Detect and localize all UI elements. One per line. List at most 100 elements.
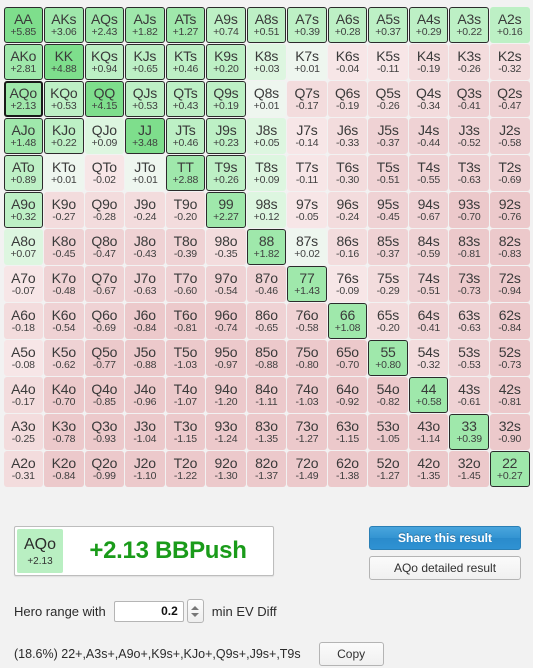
hand-cell-T7o[interactable]: T7o -0.60 [165,266,206,302]
hand-cell-A8s[interactable]: A8s +0.51 [246,7,287,43]
hand-cell-94s[interactable]: 94s -0.67 [408,192,449,228]
hand-cell-T6o[interactable]: T6o -0.81 [165,303,206,339]
hand-cell-52o[interactable]: 52o -1.27 [368,451,408,487]
hand-cell-66[interactable]: 66 +1.08 [327,303,368,339]
hand-cell-64s[interactable]: 64s -0.41 [408,303,449,339]
hand-cell-A4s[interactable]: A4s +0.29 [408,7,449,43]
hand-cell-T8s[interactable]: T8s +0.09 [246,155,287,191]
hand-cell-42o[interactable]: 42o -1.35 [408,451,449,487]
hand-cell-83s[interactable]: 83s -0.81 [449,229,489,265]
hand-cell-95o[interactable]: 95o -0.97 [206,340,246,376]
hand-cell-72o[interactable]: 72o -1.49 [287,451,327,487]
hand-cell-63s[interactable]: 63s -0.63 [449,303,489,339]
hand-cell-K3o[interactable]: K3o -0.78 [44,414,84,450]
hand-cell-QTo[interactable]: QTo -0.02 [84,155,125,191]
hand-cell-33[interactable]: 33 +0.39 [449,414,489,450]
hand-cell-K2s[interactable]: K2s -0.32 [489,44,530,80]
hand-cell-Q7o[interactable]: Q7o -0.67 [84,266,125,302]
hand-cell-KK[interactable]: KK +4.88 [44,44,84,80]
hand-cell-84s[interactable]: 84s -0.59 [408,229,449,265]
hand-cell-87s[interactable]: 87s +0.02 [287,229,327,265]
hand-cell-K4o[interactable]: K4o -0.70 [44,377,84,413]
hand-cell-82s[interactable]: 82s -0.83 [489,229,530,265]
hand-cell-22[interactable]: 22 +0.27 [489,451,530,487]
hand-cell-95s[interactable]: 95s -0.45 [368,192,408,228]
hand-cell-AQo[interactable]: AQo +2.13 [3,81,44,117]
hand-cell-K8o[interactable]: K8o -0.45 [44,229,84,265]
hand-cell-J5o[interactable]: J5o -0.88 [125,340,165,376]
hand-cell-JTs[interactable]: JTs +0.46 [165,118,206,154]
hand-cell-T6s[interactable]: T6s -0.30 [327,155,368,191]
hand-cell-87o[interactable]: 87o -0.46 [246,266,287,302]
hand-cell-96s[interactable]: 96s -0.24 [327,192,368,228]
hand-cell-76o[interactable]: 76o -0.58 [287,303,327,339]
hand-cell-A2o[interactable]: A2o -0.31 [3,451,44,487]
hand-cell-Q8s[interactable]: Q8s +0.01 [246,81,287,117]
hand-cell-55[interactable]: 55 +0.80 [368,340,408,376]
min-ev-diff-stepper[interactable] [186,599,204,623]
hand-cell-65o[interactable]: 65o -0.70 [327,340,368,376]
hand-cell-53o[interactable]: 53o -1.05 [368,414,408,450]
hand-cell-KJo[interactable]: KJo +0.22 [44,118,84,154]
hand-cell-J2o[interactable]: J2o -1.10 [125,451,165,487]
hand-cell-K6o[interactable]: K6o -0.54 [44,303,84,339]
hand-cell-Q9o[interactable]: Q9o -0.28 [84,192,125,228]
hand-cell-Q2s[interactable]: Q2s -0.47 [489,81,530,117]
hand-cell-92o[interactable]: 92o -1.30 [206,451,246,487]
hand-cell-75s[interactable]: 75s -0.29 [368,266,408,302]
hand-cell-76s[interactable]: 76s -0.09 [327,266,368,302]
hand-cell-75o[interactable]: 75o -0.80 [287,340,327,376]
hand-cell-T3o[interactable]: T3o -1.15 [165,414,206,450]
hand-cell-85s[interactable]: 85s -0.37 [368,229,408,265]
hand-cell-T7s[interactable]: T7s -0.11 [287,155,327,191]
hand-cell-A9s[interactable]: A9s +0.74 [206,7,246,43]
hand-cell-QJs[interactable]: QJs +0.53 [125,81,165,117]
hand-cell-AJs[interactable]: AJs +1.82 [125,7,165,43]
copy-range-button[interactable]: Copy [318,642,384,666]
hand-cell-ATo[interactable]: ATo +0.89 [3,155,44,191]
hand-cell-J4o[interactable]: J4o -0.96 [125,377,165,413]
hand-cell-T3s[interactable]: T3s -0.63 [449,155,489,191]
stepper-up-icon[interactable] [191,605,200,610]
hand-cell-J9o[interactable]: J9o -0.24 [125,192,165,228]
detailed-result-button[interactable]: AQo detailed result [369,556,521,580]
hand-cell-A3o[interactable]: A3o -0.25 [3,414,44,450]
hand-cell-J8o[interactable]: J8o -0.43 [125,229,165,265]
hand-cell-Q5s[interactable]: Q5s -0.26 [368,81,408,117]
hand-cell-Q7s[interactable]: Q7s -0.17 [287,81,327,117]
hand-cell-93s[interactable]: 93s -0.70 [449,192,489,228]
hand-cell-J8s[interactable]: J8s +0.05 [246,118,287,154]
hand-cell-97s[interactable]: 97s -0.05 [287,192,327,228]
hand-cell-KTo[interactable]: KTo +0.01 [44,155,84,191]
hand-cell-62s[interactable]: 62s -0.84 [489,303,530,339]
hand-cell-A7s[interactable]: A7s +0.39 [287,7,327,43]
hand-cell-K5o[interactable]: K5o -0.62 [44,340,84,376]
hand-cell-Q4o[interactable]: Q4o -0.85 [84,377,125,413]
hand-cell-85o[interactable]: 85o -0.88 [246,340,287,376]
hand-cell-A3s[interactable]: A3s +0.22 [449,7,489,43]
hand-cell-T5s[interactable]: T5s -0.51 [368,155,408,191]
hand-cell-K9o[interactable]: K9o -0.27 [44,192,84,228]
hand-cell-32o[interactable]: 32o -1.45 [449,451,489,487]
hand-cell-K9s[interactable]: K9s +0.20 [206,44,246,80]
hand-cell-KJs[interactable]: KJs +0.65 [125,44,165,80]
hand-cell-98s[interactable]: 98s +0.12 [246,192,287,228]
hand-cell-T4s[interactable]: T4s -0.55 [408,155,449,191]
hand-cell-T9s[interactable]: T9s +0.26 [206,155,246,191]
hand-cell-K8s[interactable]: K8s +0.03 [246,44,287,80]
hand-cell-T5o[interactable]: T5o -1.03 [165,340,206,376]
hand-cell-AKs[interactable]: AKs +3.06 [44,7,84,43]
hand-cell-83o[interactable]: 83o -1.35 [246,414,287,450]
hand-cell-J7o[interactable]: J7o -0.63 [125,266,165,302]
hand-cell-73s[interactable]: 73s -0.73 [449,266,489,302]
hand-cell-JJ[interactable]: JJ +3.48 [125,118,165,154]
hand-cell-KQs[interactable]: KQs +0.94 [84,44,125,80]
hand-cell-J7s[interactable]: J7s -0.14 [287,118,327,154]
hand-cell-T9o[interactable]: T9o -0.20 [165,192,206,228]
hand-cell-Q5o[interactable]: Q5o -0.77 [84,340,125,376]
hand-cell-82o[interactable]: 82o -1.37 [246,451,287,487]
hand-cell-ATs[interactable]: ATs +1.27 [165,7,206,43]
hand-cell-K6s[interactable]: K6s -0.04 [327,44,368,80]
hand-cell-J3s[interactable]: J3s -0.52 [449,118,489,154]
hand-cell-QQ[interactable]: QQ +4.15 [84,81,125,117]
